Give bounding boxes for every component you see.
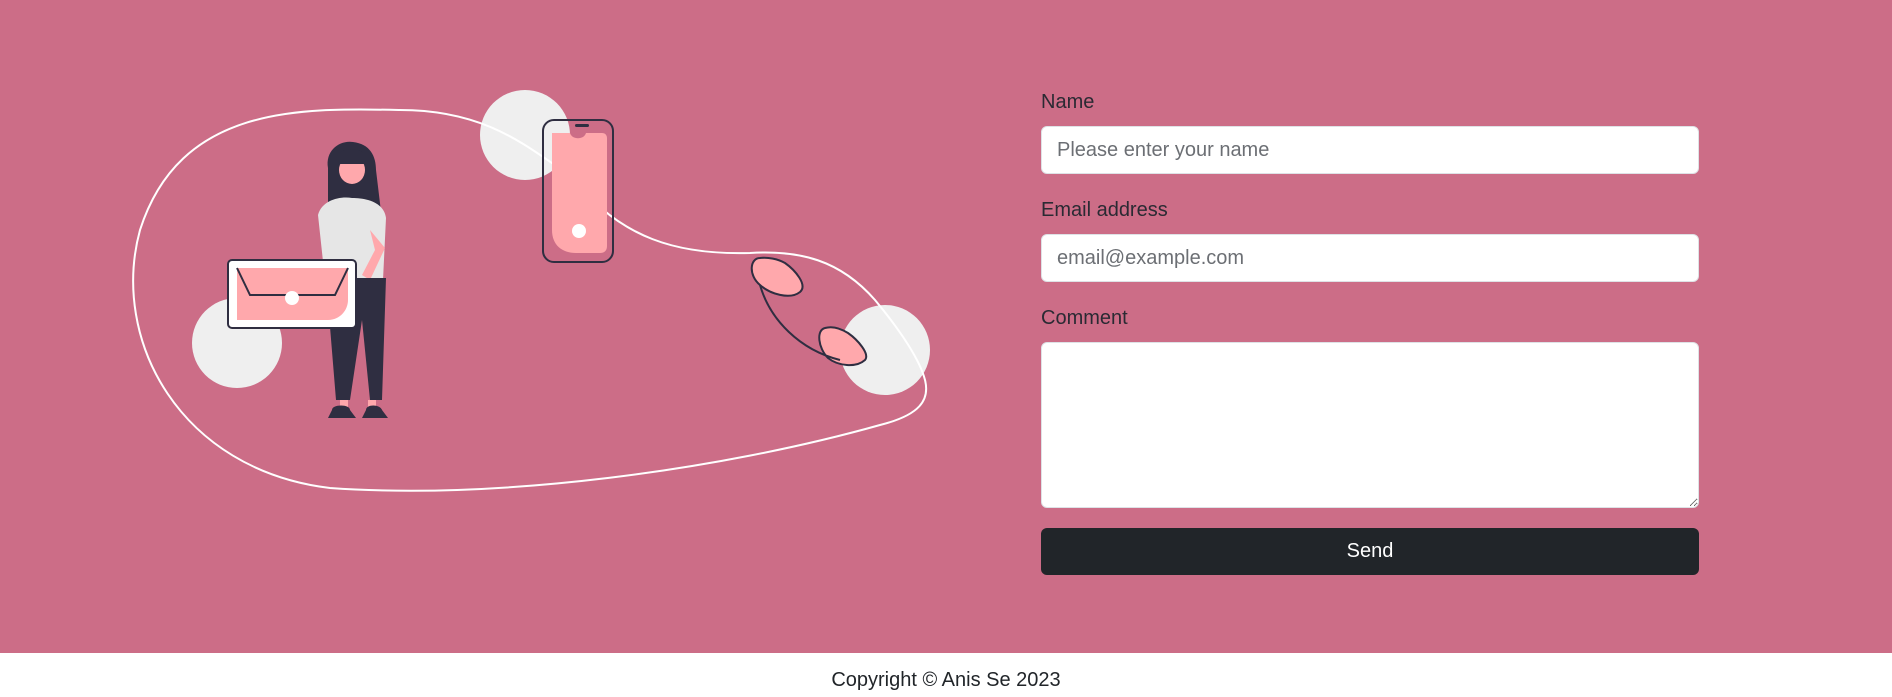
comment-textarea[interactable] bbox=[1041, 342, 1699, 508]
send-button[interactable]: Send bbox=[1041, 528, 1699, 575]
name-input[interactable] bbox=[1041, 126, 1699, 174]
bean-shapes bbox=[750, 256, 868, 366]
contact-illustration bbox=[132, 90, 930, 492]
comment-label: Comment bbox=[1041, 307, 1128, 329]
email-label: Email address bbox=[1041, 199, 1168, 221]
footer: Copyright © Anis Se 2023 bbox=[0, 653, 1892, 697]
copyright-text: Copyright © Anis Se 2023 bbox=[831, 669, 1061, 691]
name-label: Name bbox=[1041, 91, 1095, 113]
contact-form: Name Email address Comment Send bbox=[1041, 90, 1699, 575]
phone-illustration bbox=[542, 119, 614, 263]
hero-section: Name Email address Comment Send bbox=[0, 0, 1892, 653]
email-input[interactable] bbox=[1041, 234, 1699, 282]
laptop-illustration bbox=[227, 259, 357, 329]
